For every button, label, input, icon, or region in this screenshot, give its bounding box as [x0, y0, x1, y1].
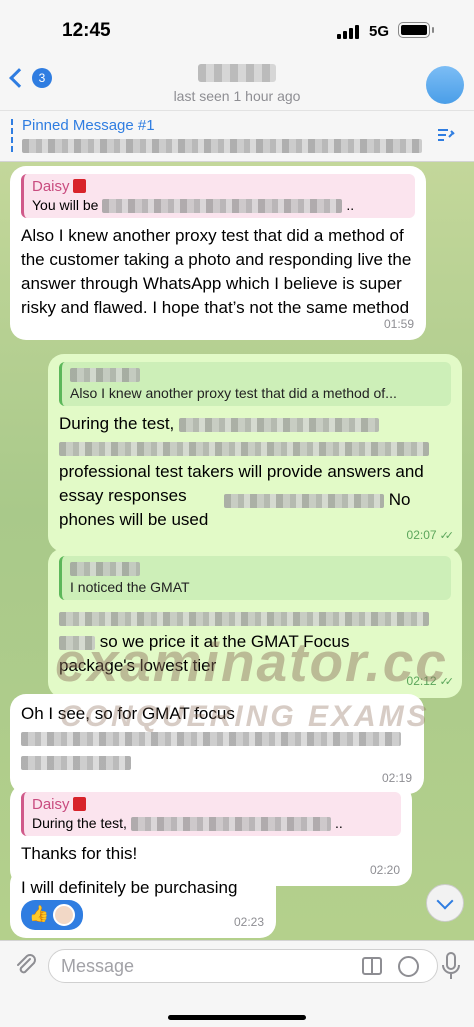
message-bubble[interactable]: Daisy You will be.. Also I knew another …: [10, 166, 426, 340]
attach-icon[interactable]: [12, 951, 40, 979]
message-bubble[interactable]: I will definitely be purchasing 👍 02:23: [10, 868, 276, 938]
reply-text: You will be: [32, 197, 99, 213]
reply-sender: Daisy: [32, 796, 70, 813]
back-button[interactable]: 3: [8, 68, 52, 88]
pinned-indicator: [11, 119, 13, 155]
thumbs-up-icon: 👍: [29, 906, 49, 923]
time-text: 02:07: [406, 528, 437, 542]
microphone-icon[interactable]: [440, 951, 462, 983]
status-time: 12:45: [62, 20, 111, 41]
contact-avatar[interactable]: [426, 66, 464, 104]
home-indicator: [168, 1015, 306, 1020]
chat-area[interactable]: Daisy You will be.. Also I knew another …: [0, 162, 474, 940]
sticker-icon[interactable]: [398, 956, 419, 977]
reply-sender-redacted: [70, 562, 140, 576]
reply-ellipsis: ..: [346, 197, 355, 213]
red-emoji-icon: [72, 179, 86, 193]
reply-quote[interactable]: I noticed the GMAT: [59, 556, 451, 600]
reply-sender-redacted: [70, 368, 140, 382]
chevron-left-icon: [9, 68, 29, 88]
message-time: 02:23: [233, 915, 264, 929]
pinned-text-redacted: [22, 139, 422, 153]
scroll-down-button[interactable]: [426, 884, 464, 922]
redacted-text: [179, 417, 380, 432]
reply-text: Also I knew another proxy test that did …: [70, 385, 397, 401]
redacted-text: [21, 755, 131, 770]
redacted-text: [130, 817, 331, 832]
message-text: Thanks for this!: [21, 844, 138, 863]
network-type: 5G: [369, 23, 390, 40]
reply-ellipsis: ..: [334, 815, 343, 831]
message-text: Also I knew another proxy test that did …: [21, 226, 412, 317]
reactor-avatar: [52, 904, 75, 926]
message-time: 02:20: [369, 863, 400, 877]
watermark-tagline: CONQUERING EXAMS: [60, 700, 430, 733]
red-emoji-icon: [72, 797, 86, 811]
message-text: During the test,: [59, 414, 175, 433]
reply-quote[interactable]: Daisy During the test,..: [21, 792, 401, 836]
pinned-message-bar[interactable]: Pinned Message #1: [0, 110, 474, 162]
reply-text: During the test,: [32, 815, 127, 831]
reaction-badge[interactable]: 👍: [21, 900, 83, 930]
redacted-text: [102, 199, 343, 214]
gift-icon[interactable]: [362, 957, 382, 975]
unread-badge: 3: [32, 68, 52, 88]
message-input-bar: Message: [0, 940, 474, 1027]
message-time: 02:07 ✓✓: [406, 523, 455, 548]
reply-quote[interactable]: Also I knew another proxy test that did …: [59, 362, 451, 406]
reply-text: I noticed the GMAT: [70, 579, 190, 595]
signal-icon: [337, 23, 363, 39]
reply-sender: Daisy: [32, 178, 70, 195]
redacted-text: [59, 441, 429, 456]
contact-name-redacted[interactable]: [198, 64, 276, 82]
battery-icon: [398, 22, 434, 38]
pinned-title: Pinned Message #1: [22, 117, 155, 134]
message-text: I will definitely be purchasing: [21, 878, 238, 897]
message-bubble[interactable]: Also I knew another proxy test that did …: [48, 354, 462, 552]
last-seen-status: last seen 1 hour ago: [173, 88, 301, 104]
status-bar: 12:45 5G: [0, 0, 474, 58]
chat-header: 3 last seen 1 hour ago: [0, 58, 474, 110]
redacted-text: [224, 493, 384, 508]
redacted-text: [59, 611, 429, 626]
pinned-list-icon[interactable]: [434, 125, 456, 153]
message-text: No: [388, 490, 411, 509]
message-time: 01:59: [383, 317, 414, 331]
watermark-logo: examinator.cc: [55, 631, 448, 693]
read-checks-icon: ✓✓: [439, 530, 455, 542]
reply-quote[interactable]: Daisy You will be..: [21, 174, 415, 218]
